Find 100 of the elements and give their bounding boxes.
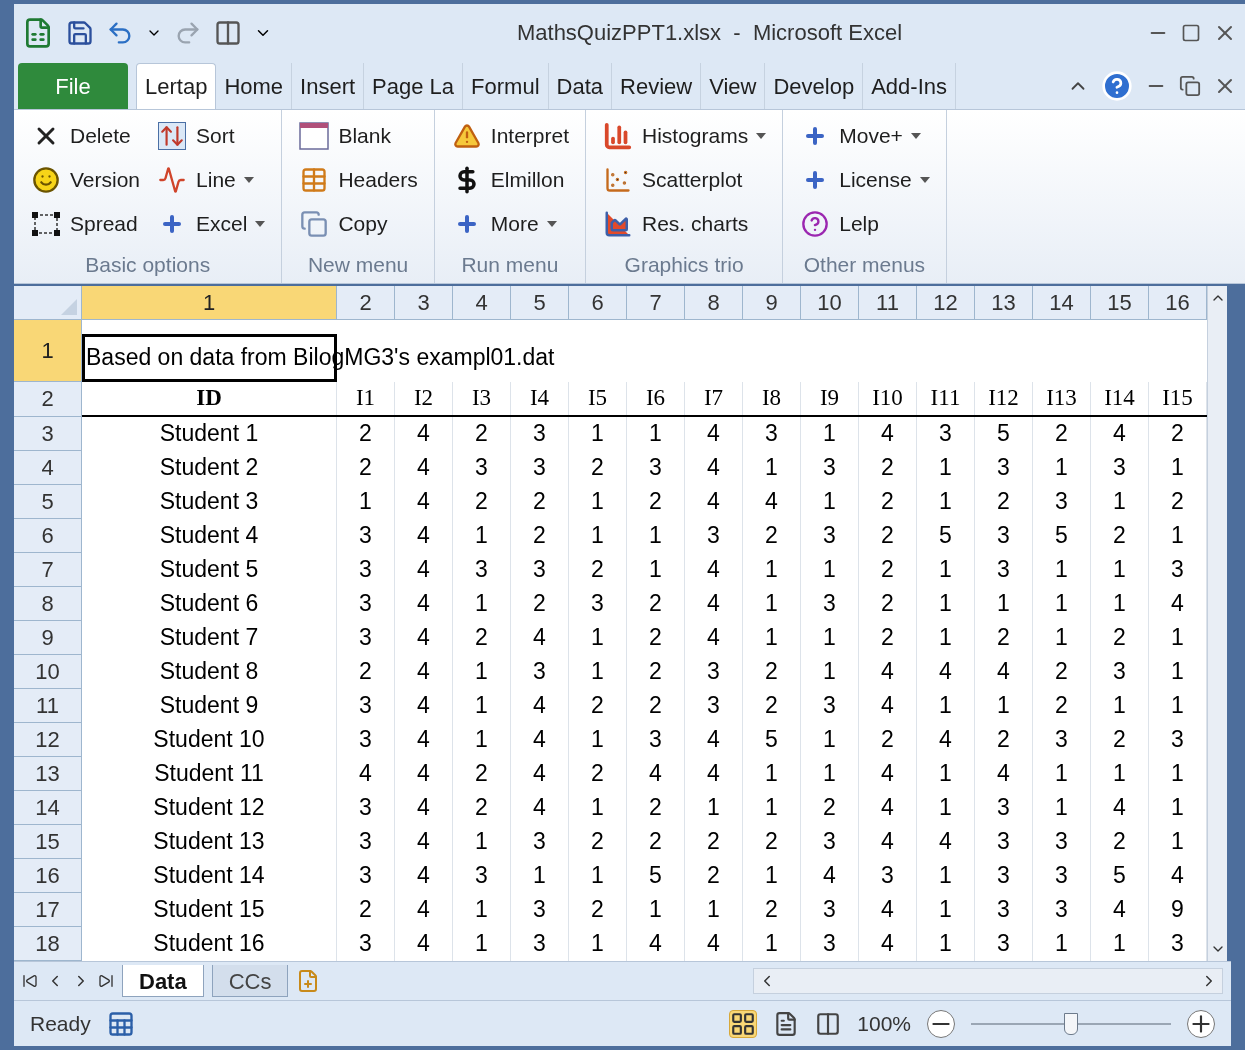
save-icon[interactable] [66, 18, 94, 47]
table-cell: 2 [511, 586, 569, 621]
sheet-tab[interactable]: Data [122, 965, 204, 997]
table-cell: 4 [917, 722, 975, 757]
file-tab[interactable]: File [18, 63, 128, 110]
column-header[interactable]: 4 [453, 285, 511, 319]
last-sheet-icon[interactable] [98, 973, 114, 989]
row-header[interactable]: 11 [14, 688, 82, 723]
zoom-out-icon[interactable] [927, 1009, 955, 1038]
row-header[interactable]: 10 [14, 654, 82, 689]
row-header[interactable]: 7 [14, 552, 82, 587]
column-header[interactable]: 5 [511, 285, 569, 319]
row-header[interactable]: 2 [14, 381, 82, 417]
table-cell: 1 [917, 688, 975, 723]
ribbon-tab[interactable]: Lertap [136, 63, 217, 110]
slider-thumb[interactable] [1064, 1012, 1078, 1035]
layout-icon[interactable] [214, 18, 242, 47]
ribbon-button[interactable]: Spread [22, 202, 149, 247]
table-cell: 3 [1033, 484, 1091, 519]
row-header[interactable]: 15 [14, 824, 82, 859]
column-header[interactable]: 9 [743, 285, 801, 319]
ribbon-button[interactable]: Line [148, 158, 274, 203]
table-cell: 4 [511, 722, 569, 757]
ribbon-button[interactable]: Excel [148, 202, 274, 247]
table-cell: I12 [975, 381, 1033, 415]
column-header[interactable]: 15 [1091, 285, 1149, 319]
table-cell: Student 1 [82, 416, 337, 451]
ribbon-button[interactable]: Interpret [442, 114, 577, 159]
table-cell: 3 [337, 824, 395, 859]
table-cell: I2 [395, 381, 453, 415]
bar-chart-icon [603, 121, 633, 152]
table-cell: Student 8 [82, 654, 337, 689]
table-cell: 3 [859, 858, 917, 893]
row-header[interactable]: 16 [14, 858, 82, 893]
row-header[interactable]: 13 [14, 756, 82, 791]
row-header[interactable]: 17 [14, 892, 82, 927]
ribbon-button[interactable]: Lelp [791, 202, 938, 247]
column-header[interactable]: 8 [685, 285, 743, 319]
page-break-icon[interactable] [815, 1010, 842, 1037]
table-cell: 2 [453, 790, 511, 825]
restore-icon[interactable] [1179, 75, 1201, 98]
row-header[interactable]: 18 [14, 926, 82, 961]
table-cell: 1 [917, 620, 975, 655]
row-header[interactable]: 14 [14, 790, 82, 825]
table-cell: 2 [685, 858, 743, 893]
table-cell: 1 [1033, 620, 1091, 655]
first-sheet-icon[interactable] [22, 973, 38, 989]
ribbon-button[interactable]: Version [22, 158, 149, 203]
table-cell: 1 [453, 892, 511, 927]
table-cell: 3 [801, 586, 859, 621]
table-cell: 3 [975, 892, 1033, 927]
column-header[interactable]: 6 [569, 285, 627, 319]
table-cell: I14 [1091, 381, 1149, 415]
ribbon-button[interactable]: Scatterplot [594, 158, 775, 203]
normal-view-icon[interactable] [729, 1009, 758, 1038]
ribbon-button[interactable]: License [791, 158, 938, 203]
zoom-slider[interactable] [971, 1011, 1171, 1036]
table-cell: 4 [395, 926, 453, 961]
table-cell: 4 [1091, 892, 1149, 927]
column-header[interactable]: 10 [801, 285, 859, 319]
row-header[interactable]: 4 [14, 450, 82, 485]
ribbon-button[interactable]: Delete [22, 114, 149, 159]
ribbon-button[interactable]: Move+ [791, 114, 938, 159]
column-header[interactable]: 7 [627, 285, 685, 319]
column-header[interactable]: 14 [1033, 285, 1091, 319]
row-header[interactable]: 3 [14, 416, 82, 451]
ribbon-button[interactable]: Headers [290, 158, 426, 203]
table-cell: 3 [1033, 858, 1091, 893]
table-cell: 5 [1033, 518, 1091, 553]
column-header[interactable]: 11 [859, 285, 917, 319]
ribbon-button[interactable]: Histograms [594, 114, 775, 159]
ribbon-button[interactable]: Res. charts [594, 202, 775, 247]
zoom-in-icon[interactable] [1187, 1009, 1215, 1038]
help-icon[interactable] [1101, 70, 1133, 103]
blank-page-icon [299, 122, 330, 151]
column-header[interactable]: 13 [975, 285, 1033, 319]
row-header[interactable]: 9 [14, 620, 82, 655]
row-header[interactable]: 12 [14, 722, 82, 757]
table-cell: 3 [511, 824, 569, 859]
column-header[interactable]: 1 [82, 285, 337, 319]
ribbon-button[interactable]: Elmillon [442, 158, 577, 203]
row-header[interactable]: 6 [14, 518, 82, 553]
ribbon-button[interactable]: Sort [148, 114, 274, 159]
sheet-tab[interactable]: CCs [211, 965, 289, 997]
table-cell: 4 [685, 450, 743, 485]
ribbon-button[interactable]: Copy [290, 202, 426, 247]
table-cell: 3 [511, 416, 569, 451]
row-header[interactable]: 5 [14, 484, 82, 519]
column-header[interactable]: 3 [395, 285, 453, 319]
maximize-icon[interactable] [1181, 22, 1201, 43]
table-cell: 3 [801, 892, 859, 927]
ribbon-button[interactable]: More [442, 202, 577, 247]
column-header[interactable]: 12 [917, 285, 975, 319]
ribbon-button[interactable]: Blank [290, 114, 426, 159]
row-header[interactable]: 1 [14, 319, 82, 382]
column-header[interactable]: 2 [337, 285, 395, 319]
macro-record-icon[interactable] [106, 1009, 135, 1038]
row-header[interactable]: 8 [14, 586, 82, 621]
table-cell: 1 [569, 858, 627, 893]
table-cell: 1 [453, 586, 511, 621]
